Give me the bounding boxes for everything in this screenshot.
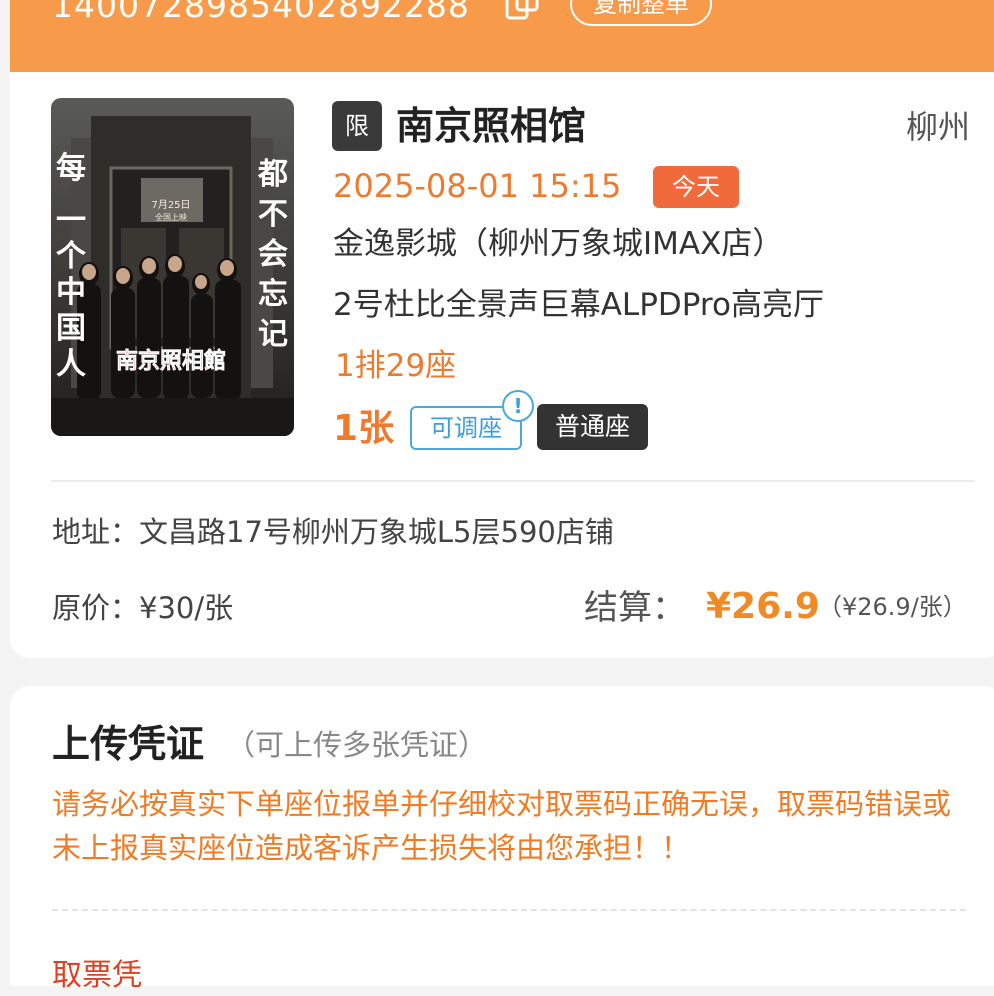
svg-text:国: 国	[56, 311, 86, 346]
address: 地址：文昌路17号柳州万象城L5层590店铺	[52, 515, 614, 549]
movie-poster: 每 一 个 中 国 人 都 不 会 忘 记 7月25日 全国上映 南京照相館	[51, 98, 294, 436]
upload-title: 上传凭证	[52, 722, 205, 766]
copy-icon[interactable]	[504, 0, 542, 24]
today-badge: 今天	[653, 166, 739, 208]
svg-text:个: 个	[56, 239, 87, 274]
svg-text:会: 会	[258, 237, 288, 272]
dashed-divider	[52, 909, 966, 911]
svg-text:不: 不	[258, 197, 288, 232]
copy-all-button[interactable]: 复制整单	[570, 0, 712, 26]
svg-text:记: 记	[258, 317, 288, 352]
cinema-name: 金逸影城（柳州万象城IMAX店）	[333, 226, 784, 262]
svg-text:人: 人	[56, 347, 86, 382]
seat-info: 1排29座	[335, 348, 457, 384]
movie-title: 南京照相馆	[396, 104, 587, 148]
original-price: 原价：¥30/张	[52, 591, 234, 625]
divider	[51, 480, 975, 482]
order-number: 1400728985402892288	[52, 0, 470, 25]
svg-text:忘: 忘	[258, 277, 288, 312]
svg-text:每: 每	[56, 151, 86, 186]
next-section-title: 取票凭	[52, 958, 142, 993]
settlement-amount: ¥26.9	[706, 586, 820, 627]
settlement-label: 结算：	[584, 588, 686, 628]
svg-text:都: 都	[257, 157, 288, 192]
svg-text:一: 一	[56, 203, 86, 238]
svg-text:7月25日: 7月25日	[151, 199, 190, 211]
svg-text:南京照相館: 南京照相館	[116, 348, 226, 374]
upload-hint: （可上传多张凭证）	[226, 728, 488, 762]
info-icon[interactable]: !	[502, 390, 534, 422]
settlement-per-ticket: （¥26.9/张）	[818, 593, 967, 621]
showtime: 2025-08-01 15:15	[333, 167, 622, 205]
svg-text:全国上映: 全国上映	[155, 212, 187, 222]
svg-text:中: 中	[56, 275, 86, 310]
hall-name: 2号杜比全景声巨幕ALPDPro高亮厅	[333, 287, 824, 323]
ticket-count: 1张	[333, 408, 395, 449]
upload-warning: 请务必按真实下单座位报单并仔细校对取票码正确无误，取票码错误或未上报真实座位造成…	[52, 787, 952, 865]
limit-badge: 限	[332, 101, 382, 151]
city-label: 柳州	[906, 108, 971, 146]
seat-type-tag: 普通座	[537, 404, 648, 450]
